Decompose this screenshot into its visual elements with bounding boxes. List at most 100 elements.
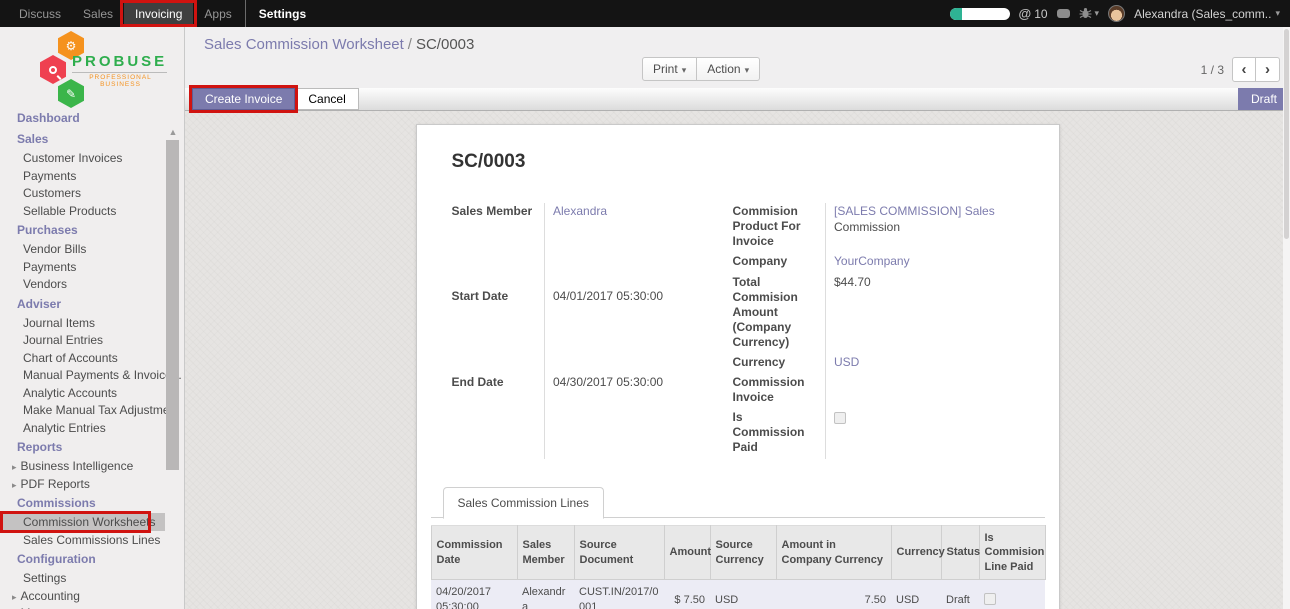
sidebar-item-vendors[interactable]: Vendors	[0, 275, 165, 293]
sidebar-item-pdf-reports[interactable]: ▸PDF Reports	[0, 475, 165, 493]
field-value-link[interactable]: USD	[834, 355, 859, 369]
action-buttons: Print▾ Action▾	[642, 57, 760, 81]
sidebar-item-business-intelligence[interactable]: ▸Business Intelligence	[0, 457, 165, 475]
sidebar-item-label: Commission Worksheets	[23, 515, 155, 529]
sidebar-item-journal-entries[interactable]: Journal Entries	[0, 331, 165, 349]
column-header-source-document[interactable]: Source Document	[574, 526, 664, 580]
scroll-up-icon[interactable]: ▲	[166, 127, 180, 137]
sidebar-item-label: Payments	[23, 169, 76, 183]
field-right-row-company: CompanyYourCompany	[733, 253, 999, 274]
column-header-currency[interactable]: Currency	[891, 526, 941, 580]
scrollbar-thumb[interactable]	[1284, 29, 1289, 239]
topbar-menu-invoicing[interactable]: Invoicing	[124, 0, 193, 27]
main-scrollbar[interactable]	[1283, 27, 1290, 609]
column-header-amount-in-company-currency[interactable]: Amount in Company Currency	[776, 526, 891, 580]
sidebar-item-label: Chart of Accounts	[23, 351, 118, 365]
mention-count: 10	[1034, 7, 1047, 21]
cell-amount: $ 7.50	[664, 580, 710, 609]
user-menu[interactable]: Alexandra (Sales_comm.. ▾	[1134, 7, 1280, 21]
sidebar-item-payments[interactable]: Payments	[0, 167, 165, 185]
sidebar-item-vendor-bills[interactable]: Vendor Bills	[0, 240, 165, 258]
sidebar-item-label: Analytic Entries	[23, 421, 106, 435]
field-label: Start Date	[452, 288, 545, 373]
field-value-link[interactable]: [SALES COMMISSION] Sales	[834, 204, 995, 220]
field-value-link[interactable]: Alexandra	[553, 204, 607, 218]
sidebar-item-journal-items[interactable]: Journal Items	[0, 314, 165, 332]
field-label: Currency	[733, 354, 826, 375]
sidebar-scrollbar[interactable]: ▲	[166, 127, 180, 609]
topbar-menu-discuss[interactable]: Discuss	[8, 0, 72, 27]
field-label: Sales Member	[452, 203, 545, 288]
sidebar-item-customer-invoices[interactable]: Customer Invoices	[0, 149, 165, 167]
sidebar-item-label: Customers	[23, 186, 81, 200]
timer-widget[interactable]	[950, 8, 1010, 20]
sidebar-section-purchases[interactable]: Purchases	[0, 219, 165, 240]
sidebar-item-label: Make Manual Tax Adjustme...	[23, 403, 180, 417]
field-right-row-commision-product-for-invoice: Commision Product For Invoice[SALES COMM…	[733, 203, 999, 253]
topbar-menu-settings[interactable]: Settings	[248, 0, 317, 27]
field-value-link[interactable]: YourCompany	[834, 254, 910, 268]
field-right-row-currency: Currency USD	[733, 354, 999, 375]
pager-next-button[interactable]: ›	[1256, 57, 1280, 82]
field-value	[826, 374, 999, 409]
column-header-status[interactable]: Status	[941, 526, 979, 580]
caret-down-icon: ▾	[1275, 8, 1280, 19]
sidebar-item-label: Analytic Accounts	[23, 386, 117, 400]
sidebar-item-label: Vendor Bills	[23, 242, 86, 256]
sidebar-item-payments[interactable]: Payments	[0, 258, 165, 276]
column-header-amount[interactable]: Amount	[664, 526, 710, 580]
expand-arrow-icon[interactable]: ▸	[12, 462, 17, 472]
tab-sales-commission-lines[interactable]: Sales Commission Lines	[443, 487, 604, 519]
sidebar-item-analytic-entries[interactable]: Analytic Entries	[0, 419, 165, 437]
sidebar-section-reports[interactable]: Reports	[0, 436, 165, 457]
sidebar-item-chart-of-accounts[interactable]: Chart of Accounts	[0, 349, 165, 367]
sidebar-section-commissions[interactable]: Commissions	[0, 492, 165, 513]
sidebar-item-commission-worksheets[interactable]: Commission Worksheets	[0, 513, 165, 531]
cancel-button[interactable]: Cancel	[295, 88, 358, 110]
sidebar-item-label: Accounting	[21, 589, 80, 603]
expand-arrow-icon[interactable]: ▸	[12, 480, 17, 490]
bug-icon	[1079, 7, 1092, 20]
field-right-row-commission-invoice: Commission Invoice	[733, 374, 999, 409]
create-invoice-button[interactable]: Create Invoice	[192, 88, 295, 110]
cell-currency: USD	[891, 580, 941, 609]
expand-arrow-icon[interactable]: ▸	[12, 592, 17, 602]
pager-prev-button[interactable]: ‹	[1232, 57, 1256, 82]
action-button[interactable]: Action▾	[697, 57, 760, 81]
topbar-menu-sales[interactable]: Sales	[72, 0, 124, 27]
sidebar-item-management[interactable]: ▸Management	[0, 604, 165, 609]
column-header-commission-date[interactable]: Commission Date	[431, 526, 517, 580]
sidebar-section-dashboard[interactable]: Dashboard	[0, 107, 165, 128]
sidebar-item-customers[interactable]: Customers	[0, 184, 165, 202]
column-header-sales-member[interactable]: Sales Member	[517, 526, 574, 580]
field-left-row-end-date: End Date04/30/2017 05:30:00	[452, 374, 713, 459]
chat-icon[interactable]	[1057, 9, 1070, 18]
print-button[interactable]: Print▾	[642, 57, 697, 81]
sidebar-section-sales[interactable]: Sales	[0, 128, 165, 149]
cell-status: Draft	[941, 580, 979, 609]
sidebar-item-accounting[interactable]: ▸ Accounting	[0, 587, 165, 605]
logo-subtitle: PROFESSIONAL BUSINESS	[76, 74, 165, 88]
user-avatar[interactable]	[1108, 5, 1125, 22]
systray: @ 10 ▾ Alexandra (Sales_comm.. ▾	[950, 0, 1290, 27]
sidebar-item-analytic-accounts[interactable]: Analytic Accounts	[0, 384, 165, 402]
sidebar-item-make-manual-tax-adjustme[interactable]: Make Manual Tax Adjustme...	[0, 401, 165, 419]
topbar-menu-apps[interactable]: Apps	[193, 0, 242, 27]
sidebar-item-sales-commissions-lines[interactable]: Sales Commissions Lines	[0, 531, 165, 549]
field-value-text: 04/01/2017 05:30:00	[553, 289, 663, 303]
topbar-divider	[245, 0, 246, 27]
column-header-source-currency[interactable]: Source Currency	[710, 526, 776, 580]
table-row[interactable]: 04/20/2017 05:30:00AlexandraCUST.IN/2017…	[431, 580, 1045, 609]
sidebar-item-settings[interactable]: Settings	[0, 569, 165, 587]
breadcrumb-parent[interactable]: Sales Commission Worksheet	[204, 36, 404, 53]
sidebar-section-configuration[interactable]: Configuration	[0, 548, 165, 569]
table-header-row: Commission DateSales MemberSource Docume…	[431, 526, 1045, 580]
debug-menu[interactable]: ▾	[1079, 7, 1100, 20]
sidebar-item-sellable-products[interactable]: Sellable Products	[0, 202, 165, 220]
sidebar-section-adviser[interactable]: Adviser	[0, 293, 165, 314]
mention-counter[interactable]: @ 10	[1019, 6, 1048, 21]
sidebar-item-manual-payments-invoice[interactable]: Manual Payments & Invoice...	[0, 366, 165, 384]
scrollbar-thumb[interactable]	[166, 140, 179, 470]
cell-member: Alexandra	[517, 580, 574, 609]
column-header-is-commision-line-paid[interactable]: Is Commision Line Paid	[979, 526, 1045, 580]
